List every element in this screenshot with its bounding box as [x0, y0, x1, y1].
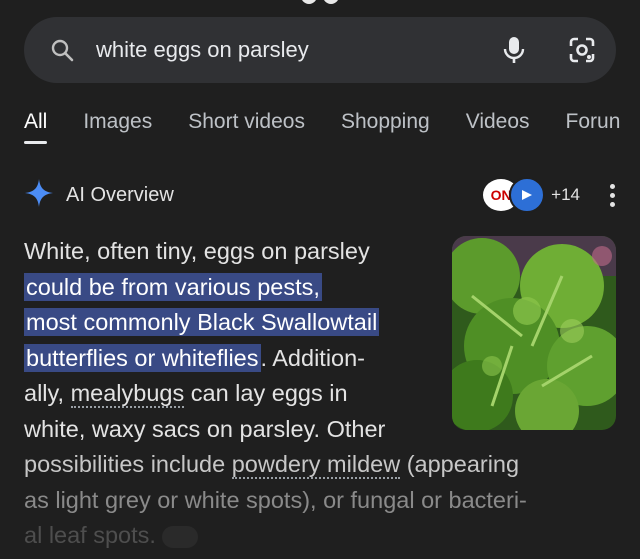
tab-videos[interactable]: Videos	[466, 100, 530, 152]
tab-all[interactable]: All	[24, 100, 48, 152]
overview-sentence: ally,	[24, 380, 71, 406]
mealybugs-link[interactable]: mealybugs	[70, 380, 185, 408]
more-vert-icon[interactable]	[608, 183, 616, 207]
overview-sentence: can lay eggs in	[184, 380, 348, 406]
tab-images[interactable]: Images	[83, 100, 152, 152]
search-input[interactable]: white eggs on parsley	[96, 37, 500, 63]
source-count[interactable]: +14	[551, 185, 580, 205]
highlighted-text[interactable]: could be from various pests,	[24, 272, 322, 301]
overview-sentence: possibilities include	[24, 451, 232, 477]
tab-short-videos[interactable]: Short videos	[188, 100, 305, 152]
overview-sentence: al leaf spots.	[24, 522, 156, 548]
overview-sentence: White, often tiny, eggs on parsley	[24, 238, 370, 264]
overview-sentence: as light grey or white spots), or fungal…	[24, 486, 527, 513]
overview-sentence: (appearing	[400, 451, 520, 477]
tab-forums[interactable]: Forun	[566, 100, 621, 152]
search-tabs: All Images Short videos Shopping Videos …	[0, 100, 640, 152]
overview-sentence: . Addition-	[260, 344, 366, 371]
overview-sentence: white, waxy sacs on parsley. Other	[24, 415, 386, 442]
lens-icon[interactable]	[568, 36, 596, 64]
tab-shopping[interactable]: Shopping	[341, 100, 430, 152]
link-icon[interactable]	[161, 525, 198, 548]
highlighted-text[interactable]: most commonly Black Swallowtail	[24, 308, 380, 336]
ai-sparkle-icon	[24, 178, 54, 213]
ai-overview-header: AI Overview ON +14	[24, 177, 616, 213]
top-handle	[296, 0, 344, 8]
mic-icon[interactable]	[500, 36, 528, 64]
highlighted-text[interactable]: butterflies or whiteflies	[24, 343, 261, 372]
ai-overview-title: AI Overview	[66, 183, 174, 206]
search-bar[interactable]: white eggs on parsley	[24, 17, 616, 83]
powdery-mildew-link[interactable]: powdery mildew	[231, 451, 401, 479]
ai-overview-text: White, often tiny, eggs on parsley could…	[24, 234, 624, 554]
source-badge-icon[interactable]	[509, 177, 546, 213]
search-icon[interactable]	[48, 36, 76, 64]
